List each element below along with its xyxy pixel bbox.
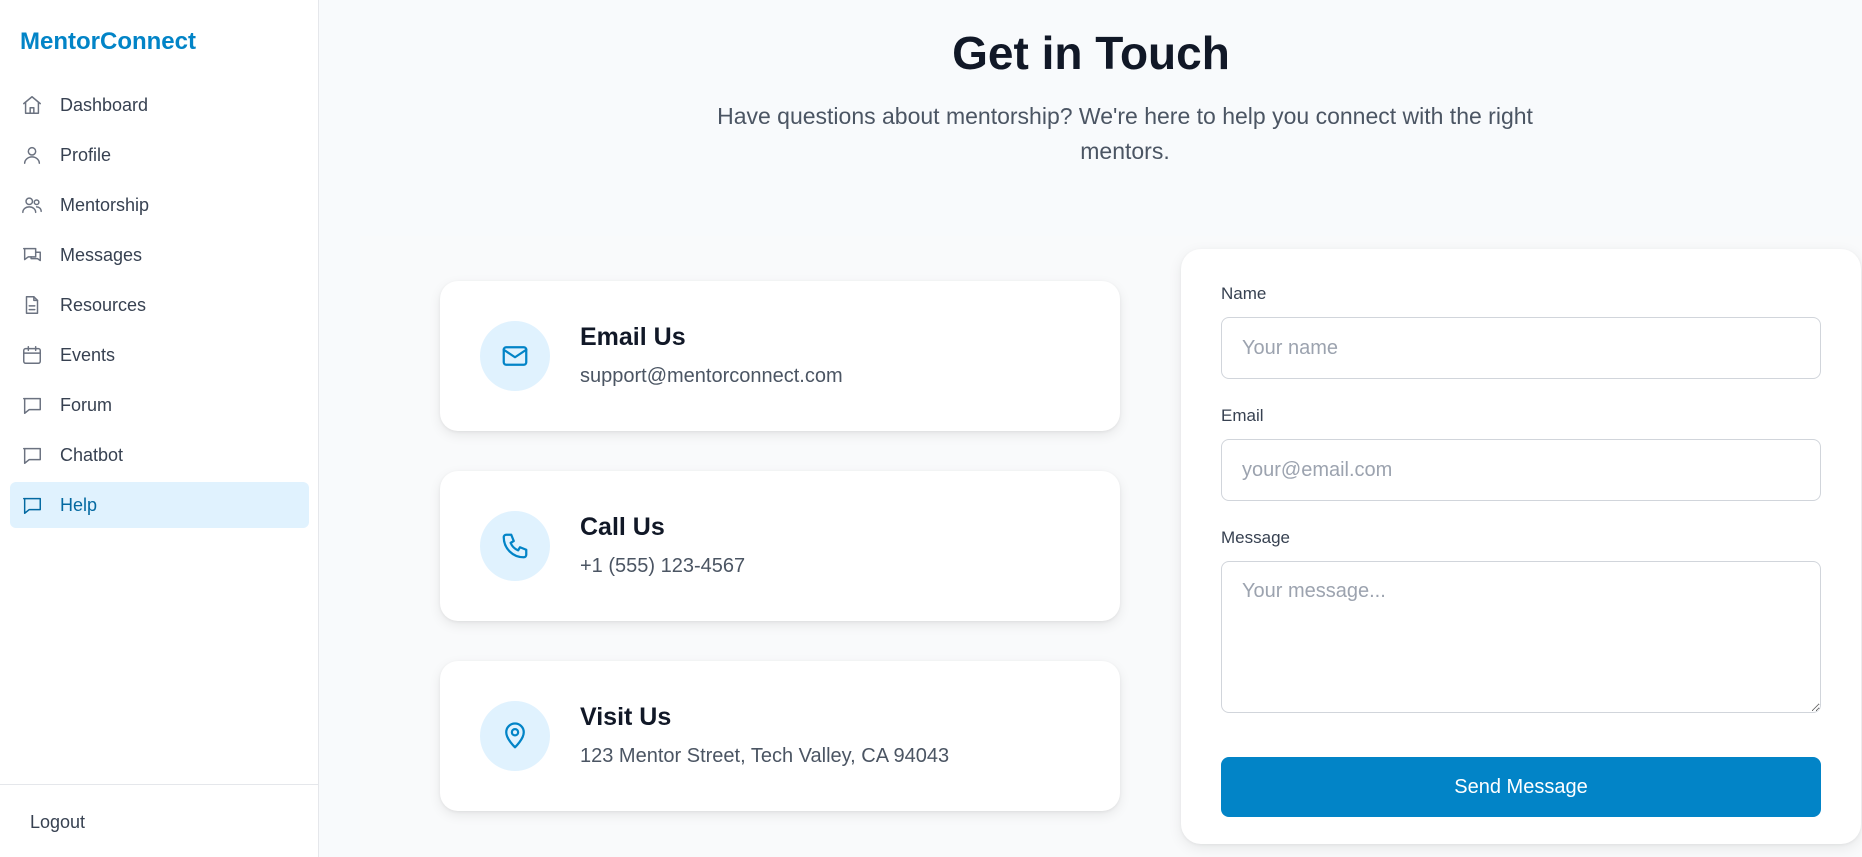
sidebar-item-mentorship[interactable]: Mentorship <box>10 182 309 228</box>
email-input[interactable] <box>1221 439 1821 501</box>
brand-logo[interactable]: MentorConnect <box>20 28 196 56</box>
document-icon <box>20 293 44 317</box>
mail-icon <box>480 321 550 391</box>
page-title: Get in Touch <box>952 27 1230 79</box>
logout-button[interactable]: Logout <box>30 812 85 833</box>
user-icon <box>20 143 44 167</box>
sidebar-item-messages[interactable]: Messages <box>10 232 309 278</box>
sidebar-nav: Dashboard Profile Mentorship Messages Re… <box>10 82 309 532</box>
sidebar-item-forum[interactable]: Forum <box>10 382 309 428</box>
sidebar-item-resources[interactable]: Resources <box>10 282 309 328</box>
contact-form: Name Email Message Send Message <box>1181 249 1861 844</box>
sidebar-item-events[interactable]: Events <box>10 332 309 378</box>
contact-address: 123 Mentor Street, Tech Valley, CA 94043 <box>580 745 950 767</box>
phone-icon <box>480 511 550 581</box>
main-content: Get in Touch Have questions about mentor… <box>320 0 1862 857</box>
users-icon <box>20 193 44 217</box>
contact-card-phone: Call Us +1 (555) 123-4567 <box>440 471 1120 621</box>
sidebar-item-label: Profile <box>60 144 112 165</box>
sidebar: MentorConnect Dashboard Profile Mentorsh… <box>0 0 319 857</box>
sidebar-item-label: Forum <box>60 394 113 415</box>
messages-icon <box>20 243 44 267</box>
page-subtitle: Have questions about mentorship? We're h… <box>717 103 1533 164</box>
sidebar-item-label: Resources <box>60 294 147 315</box>
sidebar-item-label: Help <box>60 494 98 515</box>
calendar-icon <box>20 343 44 367</box>
chat-bubble-icon <box>20 443 44 467</box>
sidebar-item-label: Chatbot <box>60 444 124 465</box>
contact-card-email: Email Us support@mentorconnect.com <box>440 281 1120 431</box>
contact-card-title: Visit Us <box>580 703 672 731</box>
contact-card-address: Visit Us 123 Mentor Street, Tech Valley,… <box>440 661 1120 811</box>
message-textarea[interactable] <box>1221 561 1821 713</box>
contact-card-title: Call Us <box>580 513 665 541</box>
sidebar-item-profile[interactable]: Profile <box>10 132 309 178</box>
contact-phone-link[interactable]: +1 (555) 123-4567 <box>580 555 745 578</box>
name-label: Name <box>1221 284 1267 303</box>
sidebar-item-dashboard[interactable]: Dashboard <box>10 82 309 128</box>
chat-bubble-icon <box>20 393 44 417</box>
sidebar-item-chatbot[interactable]: Chatbot <box>10 432 309 478</box>
send-message-button[interactable]: Send Message <box>1221 757 1821 817</box>
sidebar-footer: Logout <box>0 784 319 857</box>
sidebar-item-help[interactable]: Help <box>10 482 309 528</box>
sidebar-item-label: Mentorship <box>60 194 150 215</box>
email-label: Email <box>1221 406 1264 425</box>
name-input[interactable] <box>1221 317 1821 379</box>
contact-card-title: Email Us <box>580 323 686 351</box>
contact-email-link[interactable]: support@mentorconnect.com <box>580 365 843 388</box>
map-pin-icon <box>480 701 550 771</box>
contact-section: Email Us support@mentorconnect.com Call … <box>360 236 1862 857</box>
sidebar-item-label: Events <box>60 344 116 365</box>
message-label: Message <box>1221 528 1290 547</box>
home-icon <box>20 93 44 117</box>
sidebar-item-label: Dashboard <box>60 94 149 115</box>
chat-bubble-icon <box>20 493 44 517</box>
sidebar-item-label: Messages <box>60 244 143 265</box>
